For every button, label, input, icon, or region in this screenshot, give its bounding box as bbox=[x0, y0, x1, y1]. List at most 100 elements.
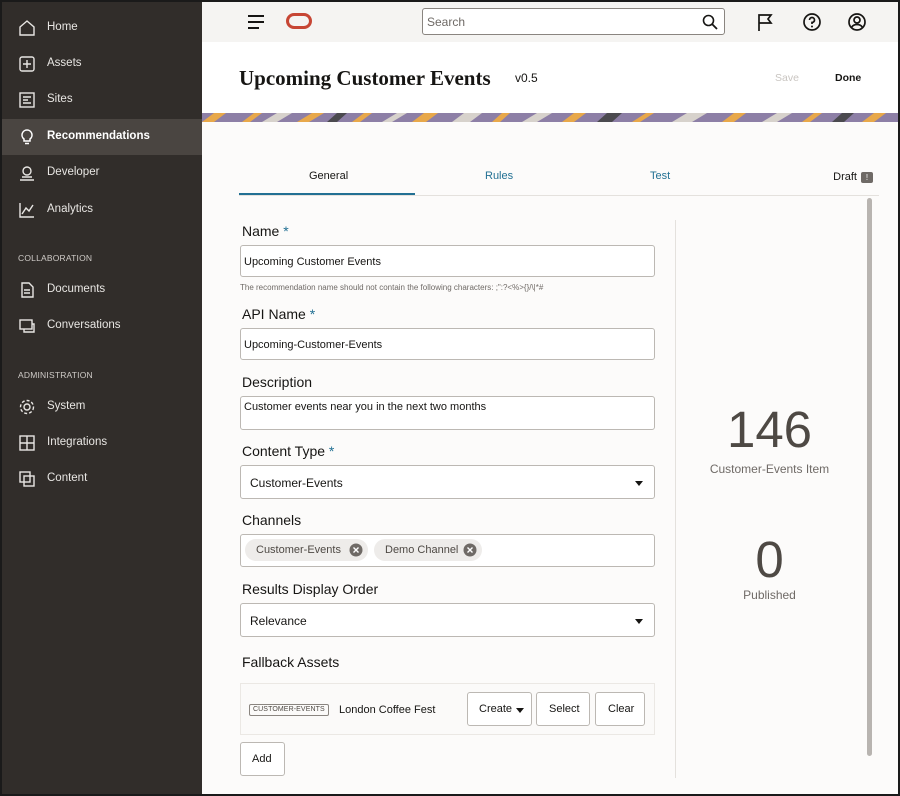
sidebar-item-label: Integrations bbox=[47, 436, 108, 448]
analytics-icon bbox=[19, 203, 34, 218]
required-mark: * bbox=[309, 306, 316, 322]
section-heading-collaboration: COLLABORATION bbox=[18, 253, 93, 263]
page-title: Upcoming Customer Events bbox=[239, 66, 491, 90]
required-mark: * bbox=[328, 443, 335, 459]
sidebar-item-recommendations[interactable]: Recommendations bbox=[2, 119, 202, 155]
content-type-value: Customer-Events bbox=[250, 476, 343, 490]
save-button[interactable]: Save bbox=[775, 72, 799, 84]
create-button-label: Create bbox=[479, 703, 513, 715]
search-input[interactable] bbox=[427, 12, 697, 31]
integrations-icon bbox=[19, 435, 35, 451]
select-button-label: Select bbox=[549, 703, 580, 715]
top-bar bbox=[202, 2, 898, 42]
sidebar-item-label: Analytics bbox=[47, 203, 94, 215]
sidebar-item-label: Developer bbox=[47, 166, 100, 178]
api-name-field[interactable] bbox=[244, 337, 649, 353]
lightbulb-icon bbox=[21, 129, 33, 145]
sidebar-item-content[interactable]: Content bbox=[2, 461, 202, 497]
tab-bar: General Rules Test Draft! bbox=[239, 162, 879, 196]
chevron-down-icon bbox=[516, 708, 524, 713]
clear-button[interactable]: Clear bbox=[595, 692, 645, 726]
name-hint: The recommendation name should not conta… bbox=[240, 283, 544, 292]
draft-status: Draft! bbox=[833, 171, 873, 183]
tab-test[interactable]: Test bbox=[650, 170, 670, 182]
channel-chip-label: Demo Channel bbox=[385, 544, 459, 556]
sidebar-item-label: Sites bbox=[47, 93, 73, 105]
fallback-asset-row: CUSTOMER-EVENTS London Coffee Fest Creat… bbox=[240, 683, 655, 735]
name-label: Name * bbox=[242, 223, 289, 239]
content-type-select[interactable]: Customer-Events bbox=[240, 465, 655, 499]
published-label: Published bbox=[743, 588, 796, 602]
add-button[interactable]: Add bbox=[240, 742, 285, 776]
draft-label: Draft bbox=[833, 171, 857, 183]
items-count-label: Customer-Events Item bbox=[709, 462, 830, 476]
select-button[interactable]: Select bbox=[536, 692, 590, 726]
sidebar-item-analytics[interactable]: Analytics bbox=[2, 192, 202, 228]
clear-button-label: Clear bbox=[608, 703, 635, 715]
tab-general[interactable]: General bbox=[309, 170, 348, 182]
sidebar-item-label: Home bbox=[47, 21, 78, 33]
description-field-box: Customer events near you in the next two… bbox=[240, 396, 655, 430]
sidebar-item-documents[interactable]: Documents bbox=[2, 272, 202, 308]
sidebar-item-label: Content bbox=[47, 472, 88, 484]
sidebar: Home Assets Sites Recommendations Develo… bbox=[2, 2, 202, 794]
conversations-icon bbox=[19, 319, 35, 333]
version-label: v0.5 bbox=[515, 71, 538, 85]
add-button-label: Add bbox=[252, 753, 272, 765]
published-count: 0 bbox=[755, 531, 784, 588]
results-order-value: Relevance bbox=[250, 614, 307, 628]
gear-icon bbox=[19, 399, 35, 415]
description-label: Description bbox=[242, 374, 313, 390]
documents-icon bbox=[21, 282, 34, 298]
menu-icon[interactable] bbox=[247, 14, 265, 30]
help-icon[interactable] bbox=[802, 12, 822, 32]
asset-type-tag: CUSTOMER-EVENTS bbox=[249, 704, 329, 716]
fallback-assets-label: Fallback Assets bbox=[242, 654, 340, 670]
asset-name: London Coffee Fest bbox=[339, 704, 436, 716]
results-order-select[interactable]: Relevance bbox=[240, 603, 655, 637]
tab-rules[interactable]: Rules bbox=[485, 170, 513, 182]
channel-chip-label: Customer-Events bbox=[256, 544, 341, 556]
content-icon bbox=[19, 471, 35, 487]
sidebar-item-system[interactable]: System bbox=[2, 389, 202, 425]
name-field-box bbox=[240, 245, 655, 277]
sidebar-item-label: Recommendations bbox=[47, 130, 150, 142]
description-field[interactable]: Customer events near you in the next two… bbox=[244, 401, 649, 427]
channels-field[interactable]: Customer-Events Demo Channel bbox=[240, 534, 655, 567]
sidebar-item-assets[interactable]: Assets bbox=[2, 46, 202, 82]
name-field[interactable] bbox=[244, 254, 649, 270]
user-icon[interactable] bbox=[847, 12, 867, 32]
required-mark: * bbox=[283, 223, 289, 239]
home-icon bbox=[19, 20, 35, 36]
panel-divider bbox=[675, 220, 676, 778]
items-count: 146 bbox=[726, 401, 813, 458]
sidebar-item-sites[interactable]: Sites bbox=[2, 82, 202, 118]
api-name-label: API Name * bbox=[242, 306, 316, 322]
sidebar-item-home[interactable]: Home bbox=[2, 10, 202, 46]
sidebar-item-conversations[interactable]: Conversations bbox=[2, 308, 202, 344]
sidebar-item-developer[interactable]: Developer bbox=[2, 155, 202, 191]
app-window: Home Assets Sites Recommendations Develo… bbox=[0, 0, 900, 796]
channel-chip: Demo Channel bbox=[374, 539, 482, 561]
decorative-banner bbox=[202, 113, 898, 122]
channels-label: Channels bbox=[242, 512, 302, 528]
done-button[interactable]: Done bbox=[835, 72, 861, 84]
flag-icon[interactable] bbox=[756, 12, 776, 32]
section-heading-administration: ADMINISTRATION bbox=[18, 370, 93, 380]
assets-icon bbox=[19, 56, 35, 72]
remove-chip-icon[interactable] bbox=[349, 543, 363, 557]
sites-icon bbox=[19, 92, 35, 108]
remove-chip-icon[interactable] bbox=[463, 543, 477, 557]
chevron-down-icon bbox=[635, 481, 643, 486]
sidebar-item-label: System bbox=[47, 400, 86, 412]
results-order-label: Results Display Order bbox=[242, 581, 379, 597]
scrollbar[interactable] bbox=[867, 198, 872, 756]
sidebar-item-label: Conversations bbox=[47, 319, 121, 331]
sidebar-item-integrations[interactable]: Integrations bbox=[2, 425, 202, 461]
search-box bbox=[422, 8, 725, 35]
channel-chip: Customer-Events bbox=[245, 539, 368, 561]
create-button[interactable]: Create bbox=[467, 692, 532, 726]
search-icon[interactable] bbox=[702, 14, 718, 30]
oracle-logo[interactable] bbox=[286, 13, 312, 29]
developer-icon bbox=[20, 166, 34, 181]
